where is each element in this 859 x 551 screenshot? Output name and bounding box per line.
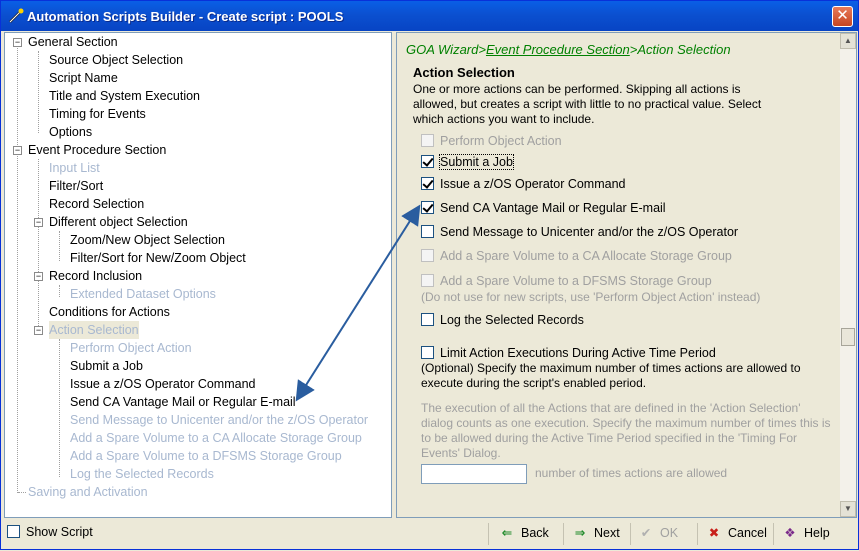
breadcrumb: GOA Wizard>Event Procedure Section>Actio…: [406, 42, 731, 57]
checkbox-icon: [421, 274, 434, 287]
help-button[interactable]: ❖ Help: [781, 521, 829, 545]
tree-item-input-list: Input List: [49, 161, 100, 175]
tree-item-log-selected-records: Log the Selected Records: [70, 467, 214, 481]
checkbox-spare-volume-dfsms: Add a Spare Volume to a DFSMS Storage Gr…: [421, 274, 712, 290]
tree-item-title-and-system-execution[interactable]: Title and System Execution: [49, 87, 200, 105]
checkbox-icon: [421, 313, 434, 326]
toolbar-separator: [630, 523, 631, 545]
scroll-up-icon[interactable]: ▲: [840, 33, 856, 49]
checkmark-icon: ✔: [640, 526, 652, 540]
collapse-icon[interactable]: −: [13, 146, 22, 155]
checkbox-icon: [7, 525, 20, 538]
tree-connector: [38, 51, 39, 133]
tree-item-options[interactable]: Options: [49, 123, 92, 141]
checkbox-limit-action-executions[interactable]: Limit Action Executions During Active Ti…: [421, 346, 716, 362]
execution-note: The execution of all the Actions that ar…: [421, 401, 831, 460]
scroll-thumb[interactable]: [841, 328, 855, 346]
tree-item-saving-and-activation: Saving and Activation: [28, 485, 148, 499]
tree-item-event-procedure-section[interactable]: − Event Procedure Section: [5, 141, 385, 159]
checkbox-send-message-unicenter[interactable]: Send Message to Unicenter and/or the z/O…: [421, 225, 738, 241]
checkbox-icon: [421, 134, 434, 147]
wand-icon: [9, 8, 24, 23]
tree-item-zoom-new-object-selection[interactable]: Zoom/New Object Selection: [70, 231, 225, 249]
tree-item-record-inclusion[interactable]: − Record Inclusion: [5, 267, 385, 285]
tree-item-general-section[interactable]: − General Section: [5, 33, 385, 51]
tree-item-spare-volume-ca-allocate: Add a Spare Volume to a CA Allocate Stor…: [70, 431, 362, 445]
content-pane: GOA Wizard>Event Procedure Section>Actio…: [396, 32, 857, 518]
checkbox-icon: [421, 225, 434, 238]
back-arrow-icon: ⇐: [501, 526, 513, 540]
tree-connector: [18, 492, 26, 493]
checkbox-icon: [421, 346, 434, 359]
toolbar-separator: [488, 523, 489, 545]
help-book-icon: ❖: [784, 526, 796, 540]
execution-count-input[interactable]: [421, 464, 527, 484]
collapse-icon[interactable]: −: [34, 218, 43, 227]
tree-item-script-name[interactable]: Script Name: [49, 69, 118, 87]
tree-item-extended-dataset-options: Extended Dataset Options: [70, 287, 216, 301]
tree-item-conditions-for-actions[interactable]: Conditions for Actions: [49, 303, 170, 321]
tree-item-source-object-selection[interactable]: Source Object Selection: [49, 51, 183, 69]
tree-item-filter-sort[interactable]: Filter/Sort: [49, 177, 103, 195]
scroll-down-icon[interactable]: ▼: [840, 501, 856, 517]
toolbar-separator: [563, 523, 564, 545]
intro-text: One or more actions can be performed. Sk…: [413, 82, 762, 126]
collapse-icon[interactable]: −: [34, 272, 43, 281]
ok-button: ✔ OK: [637, 521, 678, 545]
tree-item-send-message-unicenter: Send Message to Unicenter and/or the z/O…: [70, 413, 369, 427]
checkbox-checked-icon: [421, 155, 434, 168]
checkbox-checked-icon: [421, 201, 434, 214]
checkbox-icon: [421, 249, 434, 262]
vertical-scrollbar[interactable]: ▲ ▼: [840, 33, 856, 517]
tree-item-action-selection[interactable]: − Action Selection: [5, 321, 385, 339]
back-button[interactable]: ⇐ Back: [498, 521, 549, 545]
checkbox-perform-object-action: Perform Object Action: [421, 134, 562, 150]
tree-item-submit-a-job[interactable]: Submit a Job: [70, 357, 143, 375]
checkbox-spare-volume-ca-allocate: Add a Spare Volume to a CA Allocate Stor…: [421, 249, 732, 265]
cancel-x-icon: ✖: [708, 526, 720, 540]
tree-item-send-mail[interactable]: Send CA Vantage Mail or Regular E-mail: [70, 393, 296, 411]
dfsms-note: (Do not use for new scripts, use 'Perfor…: [421, 290, 761, 304]
checkbox-issue-zos-command[interactable]: Issue a z/OS Operator Command: [421, 177, 626, 193]
wizard-window: Automation Scripts Builder - Create scri…: [0, 0, 859, 550]
tree-connector: [59, 285, 60, 297]
toolbar-separator: [773, 523, 774, 545]
tree-connector: [59, 339, 60, 477]
tree-item-different-object-selection[interactable]: − Different object Selection: [5, 213, 385, 231]
tree-item-issue-zos-command[interactable]: Issue a z/OS Operator Command: [70, 375, 256, 393]
tree-item-record-selection[interactable]: Record Selection: [49, 195, 144, 213]
tree-item-filter-sort-new-zoom[interactable]: Filter/Sort for New/Zoom Object: [70, 249, 246, 267]
tree-item-timing-for-events[interactable]: Timing for Events: [49, 105, 146, 123]
collapse-icon[interactable]: −: [13, 38, 22, 47]
collapse-icon[interactable]: −: [34, 326, 43, 335]
wizard-tree: − General Section Source Object Selectio…: [4, 32, 392, 518]
limit-note: (Optional) Specify the maximum number of…: [421, 361, 801, 390]
tree-item-perform-object-action: Perform Object Action: [70, 341, 192, 355]
toolbar-separator: [697, 523, 698, 545]
checkbox-checked-icon: [421, 177, 434, 190]
checkbox-send-mail[interactable]: Send CA Vantage Mail or Regular E-mail: [421, 201, 666, 217]
title-bar: Automation Scripts Builder - Create scri…: [1, 1, 858, 31]
breadcrumb-link-event-procedure[interactable]: Event Procedure Section: [486, 42, 630, 57]
checkbox-log-selected-records[interactable]: Log the Selected Records: [421, 313, 584, 329]
tree-connector: [38, 159, 39, 334]
execution-count-label: number of times actions are allowed: [535, 466, 728, 480]
checkbox-submit-a-job[interactable]: Submit a Job: [421, 154, 514, 171]
page-title: Action Selection: [413, 65, 515, 80]
close-button[interactable]: ✕: [832, 6, 853, 27]
next-arrow-icon: ⇒: [574, 526, 586, 540]
next-button[interactable]: ⇒ Next: [571, 521, 620, 545]
cancel-button[interactable]: ✖ Cancel: [705, 521, 767, 545]
window-title: Automation Scripts Builder - Create scri…: [27, 9, 344, 24]
close-icon: ✕: [836, 7, 849, 24]
tree-connector: [59, 231, 60, 261]
show-script-checkbox[interactable]: Show Script: [7, 525, 93, 539]
tree-item-spare-volume-dfsms: Add a Spare Volume to a DFSMS Storage Gr…: [70, 449, 342, 463]
